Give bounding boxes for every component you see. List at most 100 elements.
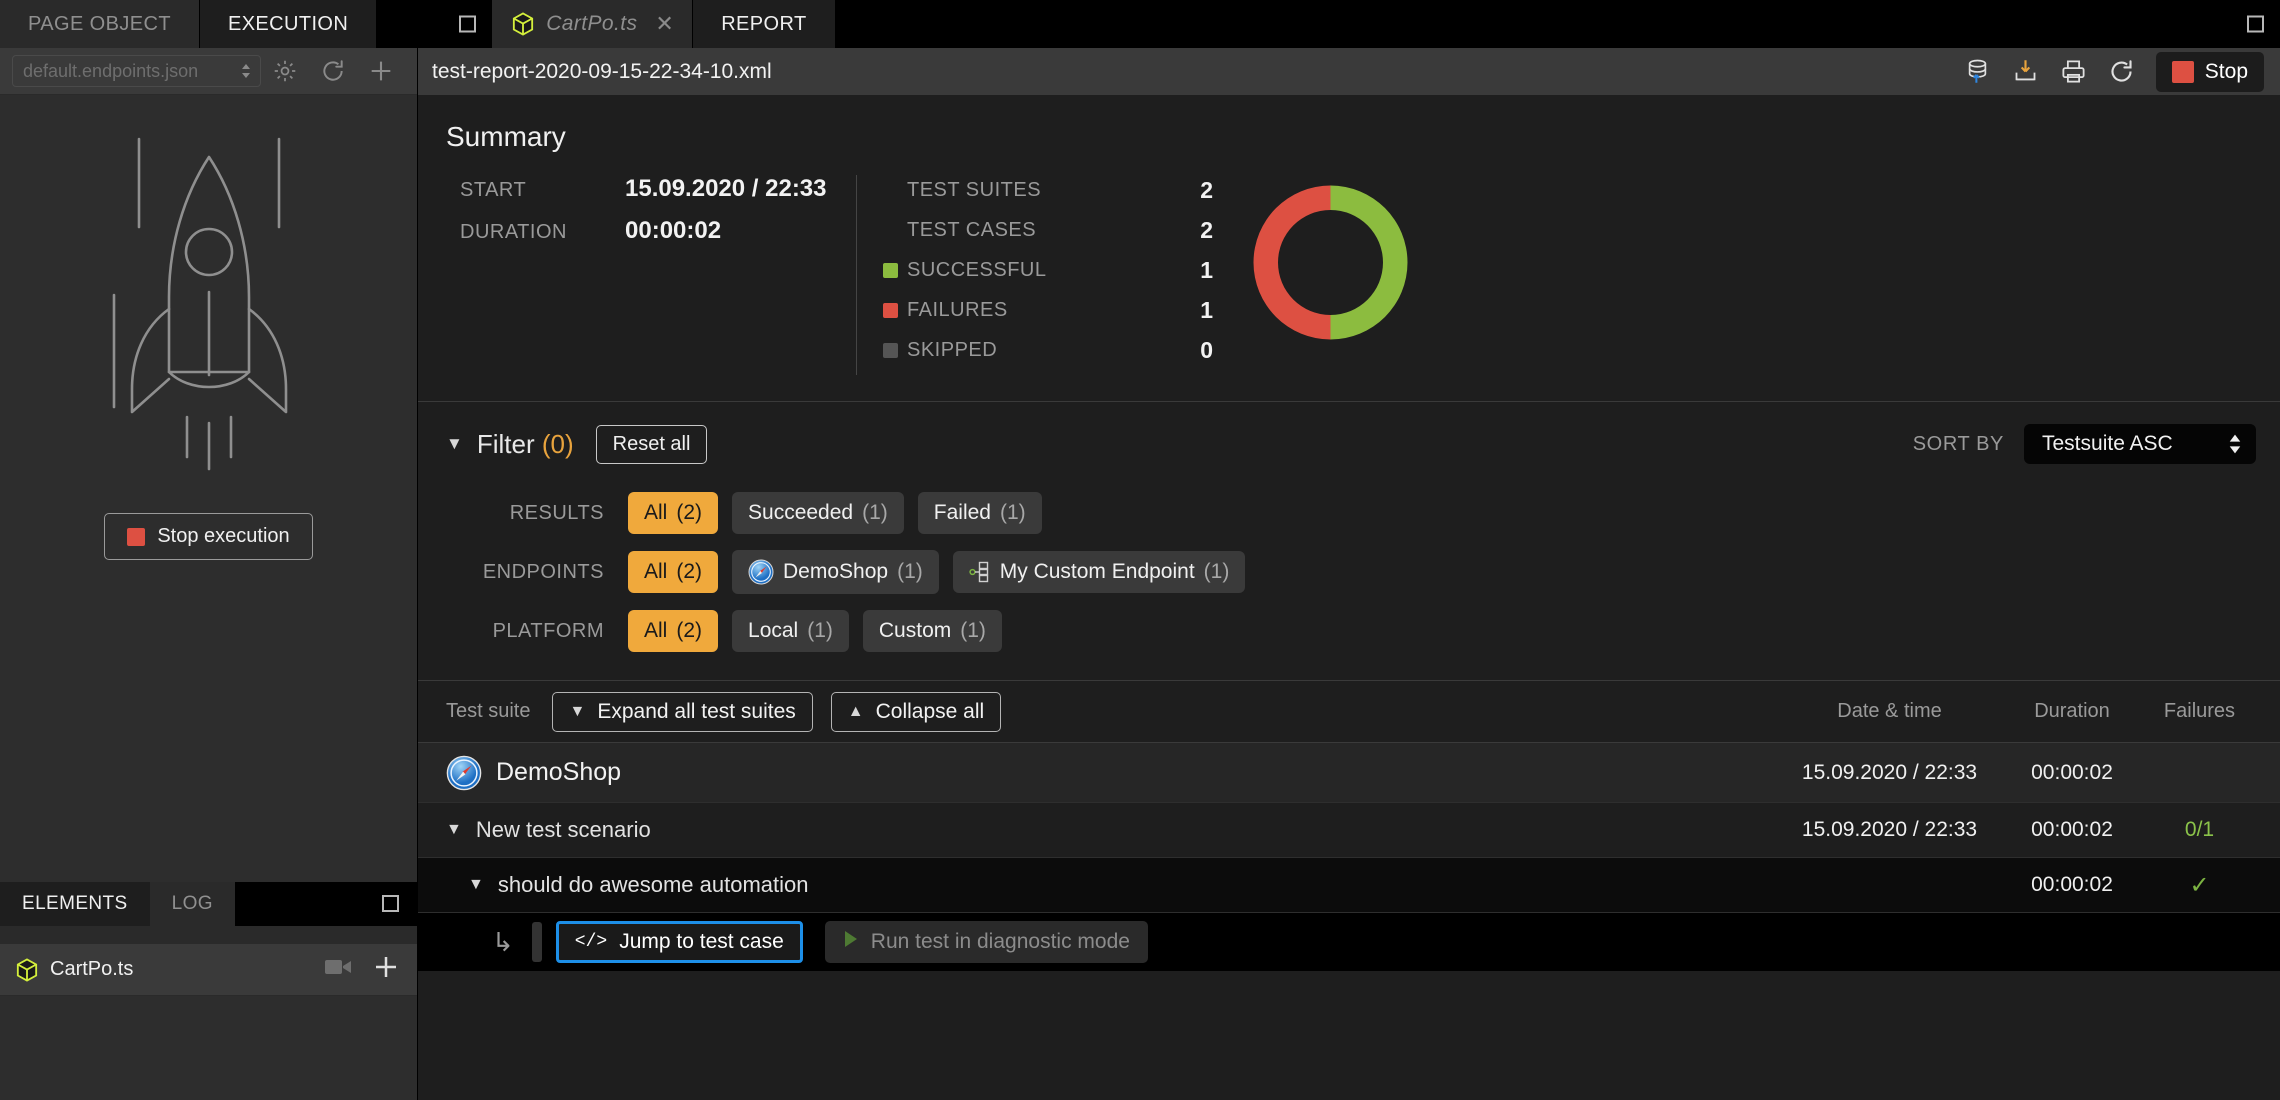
reset-all-button[interactable]: Reset all	[595, 424, 708, 464]
sort-by-select[interactable]: Testsuite ASC	[2024, 424, 2256, 464]
table-row[interactable]: ▼ New test scenario 15.09.2020 / 22:33 0…	[418, 803, 2280, 858]
refresh-icon[interactable]	[2098, 52, 2146, 92]
elements-tab-gap	[0, 926, 417, 944]
filter-section: ▼ Filter (0) Reset all SORT BY Testsuite…	[418, 402, 2280, 681]
report-scroll-area[interactable]: Summary START 15.09.2020 / 22:33 DURATIO…	[418, 95, 2280, 1100]
filter-option-label: Local	[748, 619, 799, 642]
stop-button-label: Stop	[2204, 59, 2248, 83]
stat-test-suites: TEST SUITES 2	[883, 175, 1213, 205]
filter-title: Filter (0)	[477, 429, 574, 460]
filter-option-label: All	[644, 501, 668, 524]
caret-up-icon: ▲	[847, 702, 864, 720]
filter-group-label: RESULTS	[509, 501, 604, 524]
collapse-all-label: Collapse all	[875, 699, 985, 723]
filter-option-endpoints-all[interactable]: All (2)	[628, 551, 719, 593]
filter-option-platform-local[interactable]: Local (1)	[732, 610, 849, 652]
report-filename: test-report-2020-09-15-22-34-10.xml	[432, 59, 772, 83]
filter-group-platform: PLATFORM All (2) Local (1) Custom (1)	[418, 602, 2280, 660]
stat-value: 0	[1200, 336, 1213, 363]
gear-icon[interactable]	[261, 58, 309, 84]
table-row[interactable]: ▼ should do awesome automation 00:00:02 …	[418, 858, 2280, 913]
maximize-icon-right[interactable]	[2247, 15, 2264, 33]
filter-option-count: (1)	[1203, 560, 1230, 583]
summary-title: Summary	[446, 121, 566, 152]
filter-option-label: My Custom Endpoint	[999, 560, 1195, 583]
list-item-label: CartPo.ts	[50, 958, 134, 980]
stat-label: FAILURES	[907, 298, 1008, 321]
custom-endpoint-icon	[969, 561, 988, 583]
print-icon[interactable]	[2050, 52, 2098, 92]
refresh-icon[interactable]	[309, 58, 357, 84]
stat-successful: SUCCESSFUL 1	[883, 255, 1213, 285]
action-gutter	[531, 922, 542, 962]
column-date-time: Date & time	[1837, 700, 1942, 722]
right-tabbar-filler	[835, 0, 2280, 48]
stat-label: TEST CASES	[907, 218, 1037, 241]
rocket-illustration	[112, 137, 287, 471]
maximize-icon-elements[interactable]	[382, 895, 399, 912]
scenario-duration: 00:00:02	[2031, 818, 2113, 841]
filter-option-endpoints-demoshop[interactable]: DemoShop (1)	[732, 550, 939, 594]
plus-icon[interactable]	[357, 57, 405, 85]
stat-label: SKIPPED	[907, 338, 998, 361]
caret-down-icon[interactable]: ▼	[468, 876, 484, 894]
stat-swatch	[883, 223, 898, 238]
sort-by-value: Testsuite ASC	[2042, 432, 2173, 455]
run-diagnostic-button[interactable]: Run test in diagnostic mode	[824, 921, 1148, 963]
donut-slice-successful	[1330, 185, 1408, 340]
caret-down-icon[interactable]: ▼	[446, 434, 463, 454]
endpoint-select[interactable]: default.endpoints.json	[12, 55, 261, 87]
filter-option-count: (1)	[807, 619, 833, 642]
maximize-icon[interactable]	[459, 15, 477, 33]
close-icon[interactable]: ✕	[655, 11, 674, 37]
summary-start-value: 15.09.2020 / 22:33	[625, 175, 827, 202]
tab-page-object[interactable]: PAGE OBJECT	[0, 0, 200, 48]
database-upload-icon[interactable]	[1954, 52, 2002, 92]
case-status-icon: ✓	[2189, 871, 2210, 899]
filter-option-results-succeeded[interactable]: Succeeded (1)	[732, 492, 904, 534]
filter-option-label: Failed	[933, 501, 991, 524]
table-row[interactable]: DemoShop 15.09.2020 / 22:33 00:00:02	[418, 743, 2280, 803]
tab-log[interactable]: LOG	[149, 882, 235, 926]
report-panel: test-report-2020-09-15-22-34-10.xml Stop…	[418, 48, 2280, 1100]
download-icon[interactable]	[2002, 52, 2050, 92]
execution-toolbar: default.endpoints.json	[0, 48, 417, 95]
results-donut-chart	[1243, 175, 1418, 355]
expand-all-button[interactable]: ▼ Expand all test suites	[552, 691, 813, 732]
case-cell: ▼ should do awesome automation	[446, 872, 1782, 898]
tab-cartpo-ts[interactable]: CartPo.ts ✕	[492, 0, 694, 48]
cube-icon	[513, 12, 534, 36]
case-actions: ↳ </> Jump to test case Run test in diag…	[446, 921, 2252, 963]
stop-execution-button[interactable]: Stop execution	[104, 513, 313, 560]
jump-to-test-case-button[interactable]: </> Jump to test case	[555, 921, 803, 963]
tab-execution[interactable]: EXECUTION	[199, 0, 378, 48]
caret-down-icon[interactable]: ▼	[446, 821, 462, 839]
suite-date: 15.09.2020 / 22:33	[1801, 760, 1978, 784]
jump-to-test-case-label: Jump to test case	[619, 930, 784, 953]
stat-swatch-successful	[883, 262, 898, 278]
list-item[interactable]: CartPo.ts	[0, 944, 417, 996]
stop-button[interactable]: Stop	[2155, 51, 2264, 92]
stat-value: 2	[1200, 176, 1213, 203]
tab-report[interactable]: REPORT	[693, 0, 836, 48]
filter-option-label: All	[644, 619, 668, 642]
summary-start-row: START 15.09.2020 / 22:33	[460, 175, 856, 203]
endpoint-select-value: default.endpoints.json	[23, 60, 199, 81]
filter-option-platform-all[interactable]: All (2)	[628, 610, 719, 652]
plus-icon[interactable]	[371, 952, 401, 987]
suite-cell: DemoShop	[446, 755, 1782, 791]
filter-title-label: Filter	[476, 428, 535, 459]
tab-elements[interactable]: ELEMENTS	[0, 882, 150, 926]
filter-option-endpoints-custom[interactable]: My Custom Endpoint (1)	[952, 551, 1246, 593]
filter-option-results-failed[interactable]: Failed (1)	[917, 492, 1042, 534]
filter-option-count: (1)	[960, 619, 986, 642]
collapse-all-button[interactable]: ▲ Collapse all	[830, 691, 1002, 732]
stepper-icon	[2228, 433, 2242, 455]
filter-option-platform-custom[interactable]: Custom (1)	[862, 610, 1002, 652]
stat-swatch	[883, 183, 898, 198]
results-table-header: Test suite ▼ Expand all test suites ▲ Co…	[418, 681, 2280, 743]
stat-swatch-skipped	[883, 342, 898, 358]
filter-option-results-all[interactable]: All (2)	[628, 492, 719, 534]
video-camera-icon[interactable]	[325, 958, 351, 981]
cube-icon	[16, 957, 38, 982]
